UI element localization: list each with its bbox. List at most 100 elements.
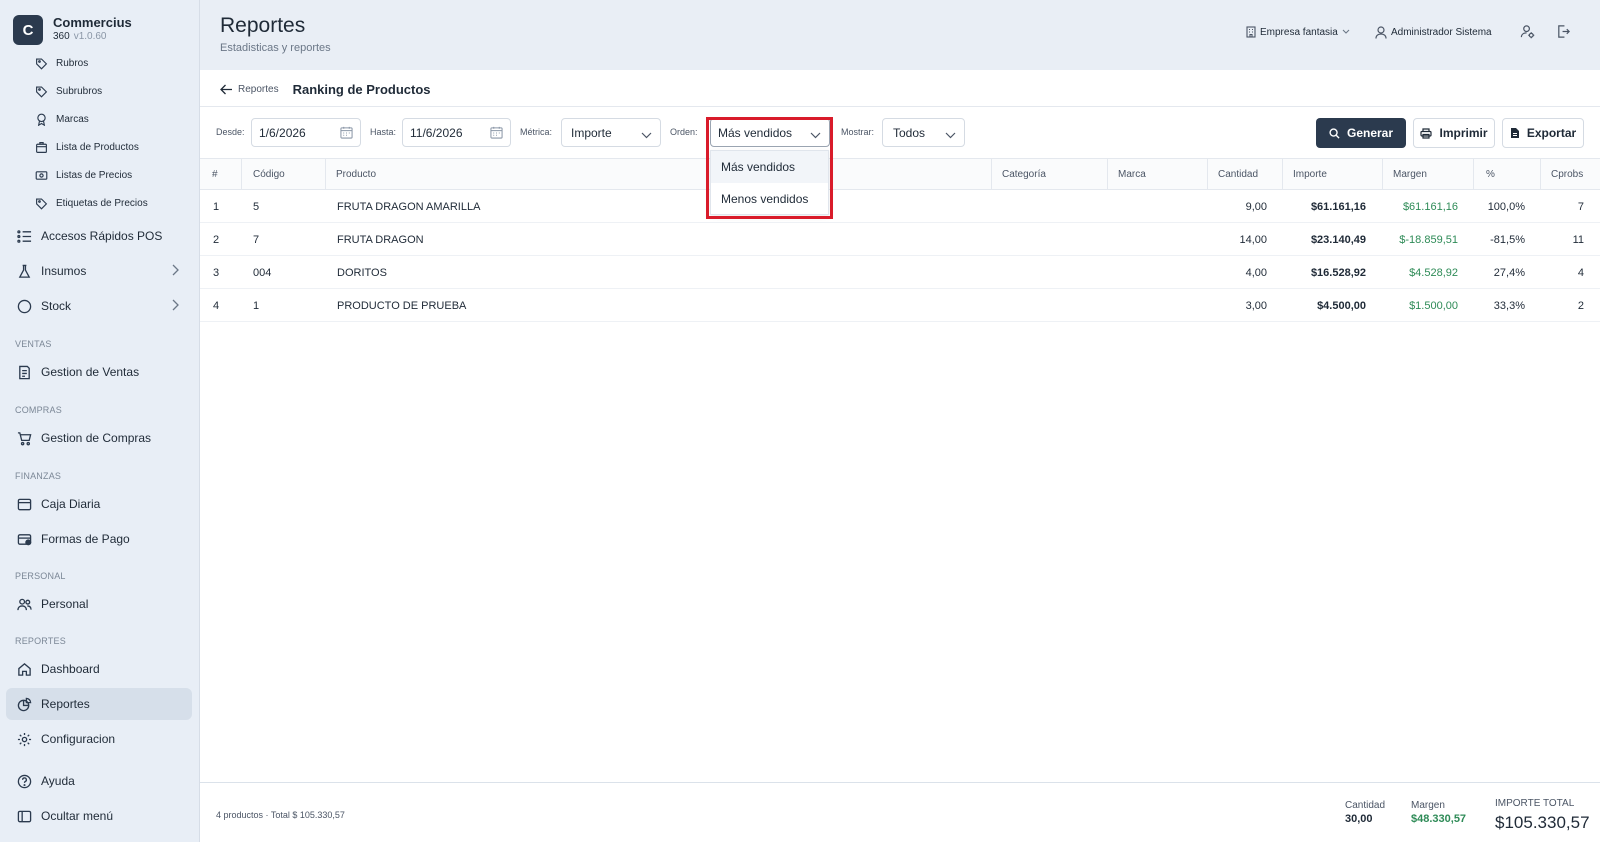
logout-button[interactable] [1556, 24, 1575, 39]
sidebar-item-label: Caja Diaria [41, 497, 101, 511]
section-personal: PERSONAL [15, 571, 66, 581]
orden-dropdown-menu: Más vendidos Menos vendidos [710, 150, 829, 215]
col-margen[interactable]: Margen [1382, 159, 1427, 190]
section-finanzas: FINANZAS [15, 471, 62, 481]
mostrar-select[interactable]: Todos [882, 118, 965, 147]
sidebar-icon [16, 808, 32, 824]
cell-producto: FRUTA DRAGON AMARILLA [337, 200, 481, 213]
col-marca[interactable]: Marca [1107, 159, 1146, 190]
sidebar-subitem-label: Lista de Productos [56, 141, 139, 153]
sidebar-item-configuracion[interactable]: Configuracion [6, 723, 192, 755]
award-icon [34, 112, 48, 126]
tag-icon [34, 84, 48, 98]
col-producto[interactable]: Producto [325, 159, 376, 190]
sidebar-subitem-marcas[interactable]: Marcas [34, 109, 89, 129]
col-codigo[interactable]: Código [241, 159, 285, 190]
box-icon [34, 140, 48, 154]
section-compras: COMPRAS [15, 405, 62, 415]
imprimir-label: Imprimir [1439, 126, 1488, 140]
sidebar-item-personal[interactable]: Personal [6, 588, 192, 620]
cell-margen: $4.528,92 [1409, 266, 1458, 279]
orden-option-mas-vendidos[interactable]: Más vendidos [711, 151, 828, 183]
section-ventas: VENTAS [15, 339, 52, 349]
cell-producto: PRODUCTO DE PRUEBA [337, 299, 467, 312]
metrica-select[interactable]: Importe [561, 118, 661, 147]
sidebar-item-gestion-ventas[interactable]: Gestion de Ventas [6, 356, 192, 388]
table-header: # Código Producto Categoría Marca Cantid… [200, 158, 1600, 190]
cell-cantidad: 3,00 [1245, 299, 1267, 312]
sidebar-item-gestion-compras[interactable]: Gestion de Compras [6, 422, 192, 454]
generar-label: Generar [1346, 126, 1394, 140]
file-icon [1510, 127, 1520, 139]
sidebar-subitem-listas-precios[interactable]: Listas de Precios [34, 165, 132, 185]
back-link[interactable]: Reportes [220, 84, 279, 95]
cell-codigo: 7 [253, 233, 260, 246]
calendar-icon[interactable] [490, 126, 503, 142]
hasta-date-input[interactable]: 11/6/2026 [402, 118, 511, 147]
chevron-right-icon [170, 299, 180, 314]
table-row[interactable]: 3 004 DORITOS 4,00 $16.528,92 $4.528,92 … [200, 256, 1600, 289]
app-name: Commercius [53, 15, 132, 30]
cell-cantidad: 9,00 [1245, 200, 1267, 213]
stat-cantidad: Cantidad 30,00 [1345, 800, 1385, 825]
cell-importe: $4.500,00 [1317, 299, 1366, 312]
generar-button[interactable]: Generar [1316, 118, 1406, 148]
stat-cantidad-value: 30,00 [1345, 813, 1373, 825]
imprimir-button[interactable]: Imprimir [1413, 118, 1495, 148]
cell-producto: FRUTA DRAGON [337, 233, 424, 246]
cell-cprobs: 4 [1577, 266, 1584, 279]
orden-label: Orden: [670, 127, 698, 137]
sidebar-item-accesos-rapidos[interactable]: Accesos Rápidos POS [6, 220, 192, 252]
sidebar-subitem-etiquetas-precios[interactable]: Etiquetas de Precios [34, 193, 148, 213]
col-index[interactable]: # [212, 159, 218, 190]
sidebar-item-dashboard[interactable]: Dashboard [6, 653, 192, 685]
sidebar-subitem-rubros[interactable]: Rubros [34, 53, 88, 73]
chevron-down-icon [945, 128, 956, 142]
summary-text: 4 productos · Total $ 105.330,57 [216, 810, 345, 820]
table-row[interactable]: 2 7 FRUTA DRAGON 14,00 $23.140,49 $-18.8… [200, 223, 1600, 256]
sidebar-item-ocultar-menu[interactable]: Ocultar menú [6, 800, 192, 832]
sidebar-item-formas-pago[interactable]: Formas de Pago [6, 523, 192, 555]
register-icon [16, 496, 32, 512]
stat-margen-label: Margen [1411, 800, 1445, 811]
sidebar-item-label: Reportes [41, 697, 90, 711]
sidebar-item-label: Formas de Pago [41, 532, 130, 546]
col-cantidad[interactable]: Cantidad [1207, 159, 1258, 190]
sidebar-item-label: Insumos [41, 264, 87, 278]
table-row[interactable]: 1 5 FRUTA DRAGON AMARILLA 9,00 $61.161,1… [200, 190, 1600, 223]
table-row[interactable]: 4 1 PRODUCTO DE PRUEBA 3,00 $4.500,00 $1… [200, 289, 1600, 322]
arrow-left-icon [220, 84, 233, 95]
section-reportes: REPORTES [15, 636, 66, 646]
col-importe[interactable]: Importe [1282, 159, 1327, 190]
col-categoria[interactable]: Categoría [991, 159, 1046, 190]
desde-label: Desde: [216, 127, 245, 137]
company-selector[interactable]: Empresa fantasia [1246, 26, 1354, 38]
brand[interactable]: C Commercius 360 v1.0.60 [13, 15, 132, 45]
exportar-button[interactable]: Exportar [1502, 118, 1584, 148]
sidebar-item-reportes[interactable]: Reportes [6, 688, 192, 720]
user-switch-button[interactable] [1520, 24, 1539, 39]
cell-producto: DORITOS [337, 266, 387, 279]
sidebar-subitem-subrubros[interactable]: Subrubros [34, 81, 102, 101]
sidebar-item-label: Ocultar menú [41, 809, 114, 823]
cell-importe: $61.161,16 [1310, 200, 1366, 213]
user-switch-icon [1520, 24, 1535, 39]
tag-icon [34, 56, 48, 70]
page-header: Reportes Estadisticas y reportes Empresa… [200, 0, 1600, 70]
report-title: Ranking de Productos [292, 81, 431, 97]
sidebar-subitem-label: Listas de Precios [56, 169, 133, 181]
sidebar-item-caja-diaria[interactable]: Caja Diaria [6, 488, 192, 520]
user-menu[interactable]: Administrador Sistema [1375, 26, 1492, 39]
sidebar-subitem-lista-productos[interactable]: Lista de Productos [34, 137, 139, 157]
orden-option-menos-vendidos[interactable]: Menos vendidos [711, 183, 828, 215]
cell-porcentaje: 100,0% [1487, 200, 1525, 213]
orden-select[interactable]: Más vendidos [710, 118, 830, 147]
desde-date-input[interactable]: 1/6/2026 [251, 118, 361, 147]
sidebar-item-insumos[interactable]: Insumos [6, 255, 192, 287]
col-cprobs[interactable]: Cprobs [1540, 159, 1583, 190]
sidebar-item-stock[interactable]: Stock [6, 290, 192, 322]
sidebar: C Commercius 360 v1.0.60 Rubros Subrubros… [0, 0, 200, 842]
calendar-icon[interactable] [340, 126, 353, 142]
col-porcentaje[interactable]: % [1473, 159, 1495, 190]
sidebar-item-ayuda[interactable]: Ayuda [6, 765, 192, 797]
